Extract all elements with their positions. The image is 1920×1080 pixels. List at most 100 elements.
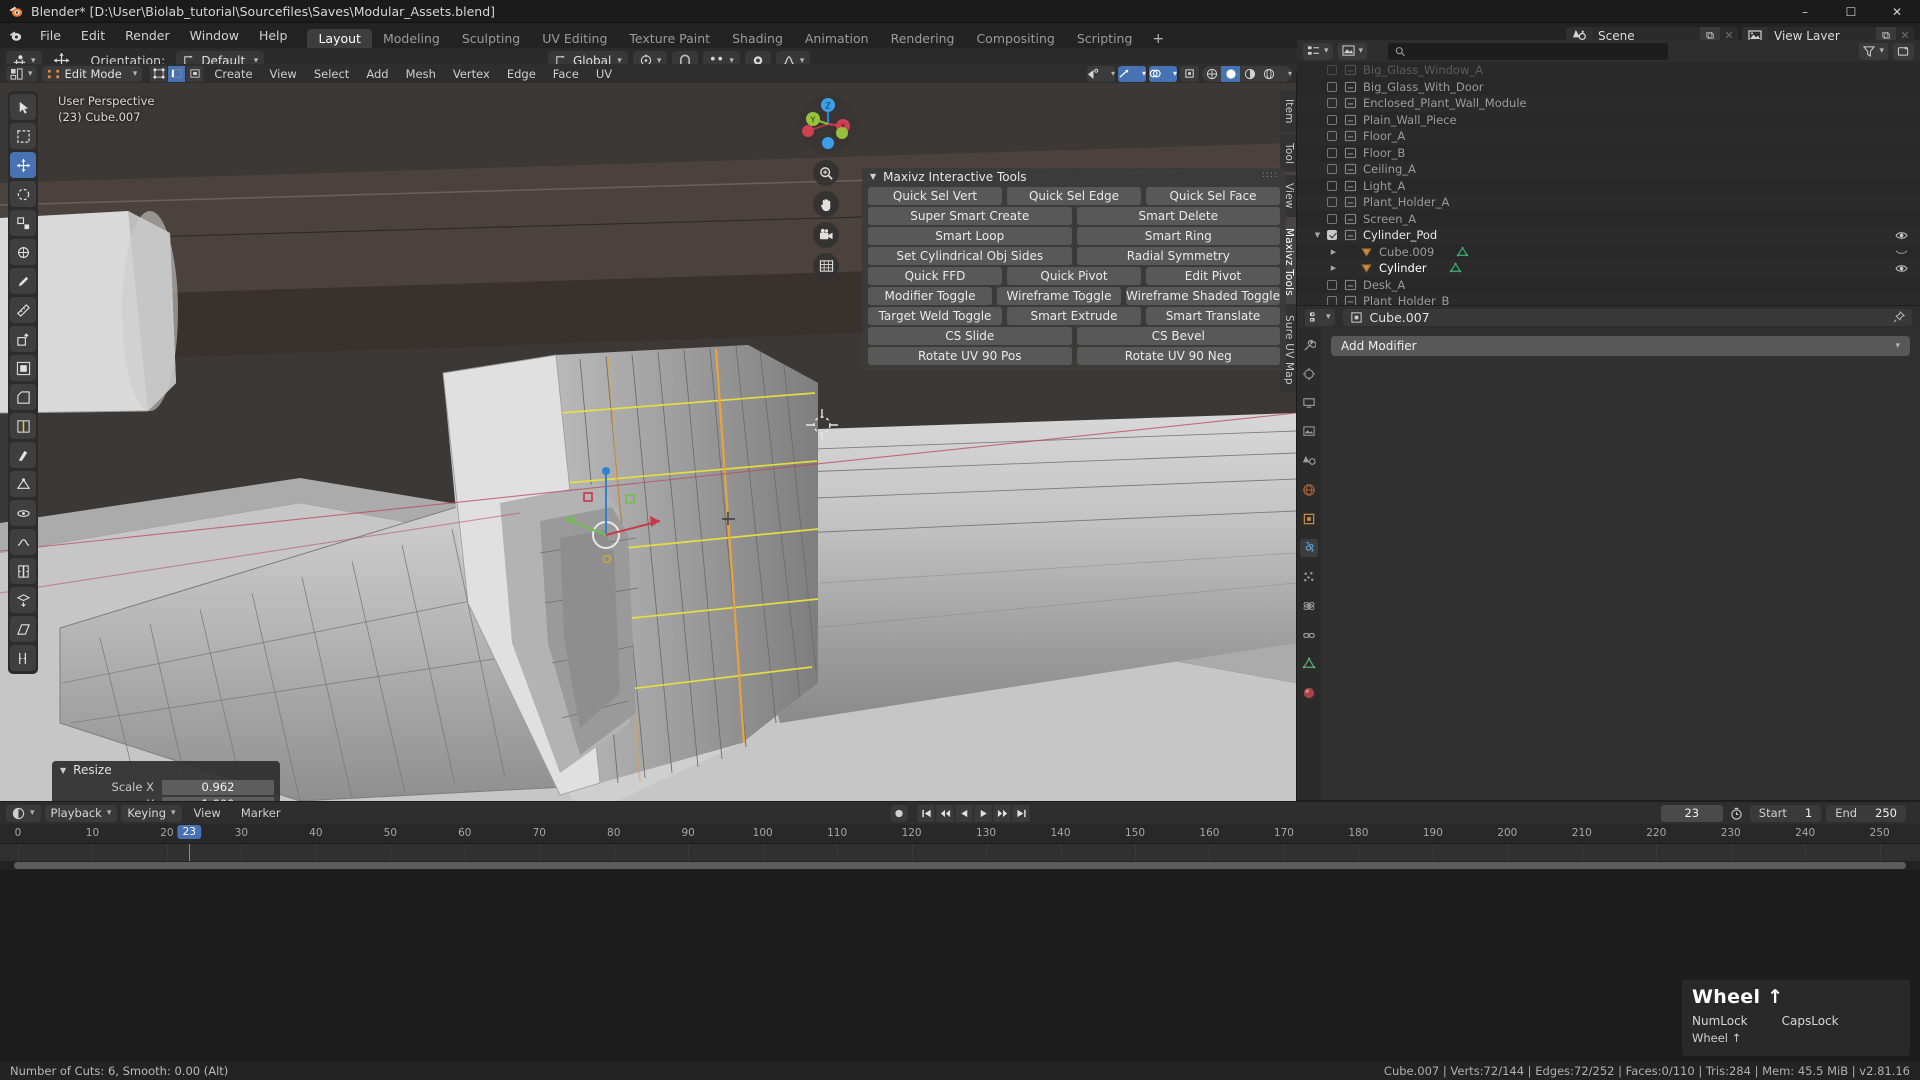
super-smart-create-button[interactable]: Super Smart Create bbox=[868, 207, 1072, 225]
properties-editor-type-selector[interactable]: ▾ bbox=[1305, 308, 1335, 326]
properties-tab-particles[interactable] bbox=[1300, 568, 1318, 586]
scale-x-value[interactable]: 0.962 bbox=[162, 779, 274, 795]
menu-render[interactable]: Render bbox=[115, 23, 180, 48]
tool-knife-icon[interactable] bbox=[10, 442, 36, 468]
edge-select-icon[interactable] bbox=[168, 65, 186, 82]
keying-dropdown[interactable]: Keying ▾ bbox=[121, 804, 182, 822]
smart-ring-button[interactable]: Smart Ring bbox=[1076, 227, 1280, 245]
quick-sel-vert-button[interactable]: Quick Sel Vert bbox=[868, 187, 1002, 205]
viewport-menu-create[interactable]: Create bbox=[208, 67, 258, 81]
tool-loop-cut-icon[interactable] bbox=[10, 413, 36, 439]
scrollbar-thumb[interactable] bbox=[14, 862, 1906, 869]
viewport-menu-face[interactable]: Face bbox=[547, 67, 585, 81]
outliner-row[interactable]: Plant_Holder_A bbox=[1297, 194, 1920, 211]
jump-to-prev-keyframe-button[interactable] bbox=[936, 804, 954, 822]
row-checkbox[interactable] bbox=[1324, 213, 1340, 224]
wireframe-shaded-toggle-button[interactable]: Wireframe Shaded Toggle bbox=[1126, 287, 1281, 305]
row-checkbox[interactable] bbox=[1324, 279, 1340, 290]
navigation-gizmo[interactable]: Z X Y bbox=[796, 93, 860, 155]
properties-tab-render[interactable] bbox=[1300, 365, 1318, 383]
properties-tab-material[interactable] bbox=[1300, 684, 1318, 702]
tool-shear-icon[interactable] bbox=[10, 616, 36, 642]
tool-move-icon[interactable] bbox=[10, 152, 36, 178]
outliner-row[interactable]: Desk_A bbox=[1297, 277, 1920, 294]
viewport-menu-view[interactable]: View bbox=[264, 67, 303, 81]
viewport-menu-select[interactable]: Select bbox=[308, 67, 355, 81]
tab-rendering[interactable]: Rendering bbox=[880, 29, 966, 48]
tool-poly-build-icon[interactable] bbox=[10, 471, 36, 497]
row-checkbox[interactable] bbox=[1324, 81, 1340, 92]
smart-delete-button[interactable]: Smart Delete bbox=[1076, 207, 1280, 225]
material-preview-shading-icon[interactable] bbox=[1240, 66, 1259, 82]
3d-viewport[interactable]: User Perspective (23) Cube.007 Z X Y Ite… bbox=[0, 83, 1296, 801]
tab-modeling[interactable]: Modeling bbox=[372, 29, 451, 48]
toggle-ortho-perspective-icon[interactable] bbox=[813, 253, 839, 279]
quick-ffd-button[interactable]: Quick FFD bbox=[868, 267, 1002, 285]
target-weld-toggle-button[interactable]: Target Weld Toggle bbox=[868, 307, 1002, 325]
minimize-button[interactable]: – bbox=[1782, 0, 1828, 23]
scale-y-value[interactable]: 1.000 bbox=[162, 796, 274, 801]
properties-breadcrumb[interactable]: Cube.007 bbox=[1342, 308, 1912, 326]
properties-tab-scene[interactable] bbox=[1300, 452, 1318, 470]
tab-texture-paint[interactable]: Texture Paint bbox=[618, 29, 721, 48]
outliner-search-input[interactable] bbox=[1411, 44, 1662, 58]
properties-tab-constraints[interactable] bbox=[1300, 626, 1318, 644]
visibility-eye-icon[interactable] bbox=[1895, 263, 1908, 274]
expand-triangle-icon[interactable]: ▶ bbox=[1327, 248, 1340, 256]
tool-bevel-icon[interactable] bbox=[10, 384, 36, 410]
outliner-search-box[interactable] bbox=[1388, 42, 1669, 60]
pin-icon[interactable] bbox=[1893, 311, 1905, 323]
close-button[interactable]: ✕ bbox=[1874, 0, 1920, 23]
row-checkbox[interactable] bbox=[1324, 98, 1340, 109]
tool-edge-slide-icon[interactable] bbox=[10, 558, 36, 584]
visibility-eye-icon[interactable] bbox=[1895, 246, 1908, 257]
timeline-ruler[interactable]: 0 10 20 30 40 50 60 70 80 90 100 110 120 130 140 150 160… bbox=[0, 824, 1920, 844]
properties-tab-modifier[interactable] bbox=[1300, 539, 1318, 557]
tool-transform-icon[interactable] bbox=[10, 239, 36, 265]
quick-pivot-button[interactable]: Quick Pivot bbox=[1007, 267, 1141, 285]
set-cylindrical-obj-sides-button[interactable]: Set Cylindrical Obj Sides bbox=[868, 247, 1072, 265]
wireframe-toggle-button[interactable]: Wireframe Toggle bbox=[997, 287, 1122, 305]
rendered-shading-icon[interactable] bbox=[1259, 66, 1278, 82]
row-checkbox[interactable] bbox=[1324, 131, 1340, 142]
tab-animation[interactable]: Animation bbox=[794, 29, 880, 48]
tool-select-box-icon[interactable] bbox=[10, 123, 36, 149]
use-preview-range-icon[interactable] bbox=[1728, 805, 1745, 822]
cs-bevel-button[interactable]: CS Bevel bbox=[1076, 327, 1280, 345]
smart-extrude-button[interactable]: Smart Extrude bbox=[1007, 307, 1141, 325]
wireframe-shading-icon[interactable] bbox=[1202, 66, 1221, 82]
tab-sculpting[interactable]: Sculpting bbox=[451, 29, 531, 48]
jump-to-start-button[interactable] bbox=[917, 804, 935, 822]
smart-translate-button[interactable]: Smart Translate bbox=[1146, 307, 1280, 325]
edit-pivot-button[interactable]: Edit Pivot bbox=[1146, 267, 1280, 285]
tool-smooth-icon[interactable] bbox=[10, 529, 36, 555]
tab-compositing[interactable]: Compositing bbox=[965, 29, 1065, 48]
viewport-menu-uv[interactable]: UV bbox=[590, 67, 618, 81]
toggle-xray-button[interactable] bbox=[1180, 65, 1199, 82]
outliner-tree[interactable]: Big_Glass_Window_A Big_Glass_With_Door Enc… bbox=[1297, 62, 1920, 305]
tool-annotate-icon[interactable] bbox=[10, 268, 36, 294]
playhead-frame-label[interactable]: 23 bbox=[177, 825, 201, 839]
modifier-toggle-button[interactable]: Modifier Toggle bbox=[868, 287, 993, 305]
row-checkbox[interactable] bbox=[1324, 197, 1340, 208]
viewport-menu-add[interactable]: Add bbox=[360, 67, 394, 81]
tab-scripting[interactable]: Scripting bbox=[1066, 29, 1144, 48]
menu-file[interactable]: File bbox=[30, 23, 71, 48]
editor-type-selector[interactable]: ▾ bbox=[6, 65, 37, 82]
face-select-icon[interactable] bbox=[186, 65, 204, 82]
row-checkbox[interactable] bbox=[1324, 147, 1340, 158]
add-workspace-button[interactable]: + bbox=[1143, 29, 1173, 48]
outliner-display-mode-dropdown[interactable]: ▾ bbox=[1337, 42, 1368, 60]
tool-inset-faces-icon[interactable] bbox=[10, 355, 36, 381]
tool-scale-icon[interactable] bbox=[10, 210, 36, 236]
properties-tab-tool[interactable] bbox=[1300, 336, 1318, 354]
menu-window[interactable]: Window bbox=[180, 23, 249, 48]
outliner-row[interactable]: Big_Glass_Window_A bbox=[1297, 62, 1920, 79]
playback-dropdown[interactable]: Playback ▾ bbox=[44, 804, 118, 822]
outliner-row[interactable]: ▶ Cube.009 bbox=[1297, 244, 1920, 261]
properties-tab-data[interactable] bbox=[1300, 655, 1318, 673]
row-checkbox[interactable] bbox=[1324, 180, 1340, 191]
vertex-select-icon[interactable] bbox=[150, 65, 168, 82]
outliner-row[interactable]: ▶ Cylinder bbox=[1297, 260, 1920, 277]
outliner-row[interactable]: Plain_Wall_Piece bbox=[1297, 112, 1920, 129]
